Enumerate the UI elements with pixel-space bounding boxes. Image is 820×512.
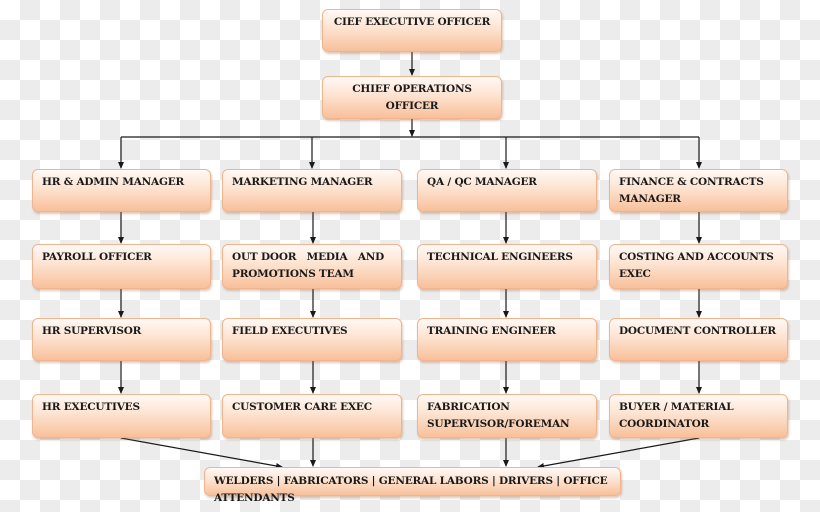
connector-fin-workers [537,437,700,469]
node-buyer-material-coordinator: BUYER / MATERIAL COORDINATOR [609,394,788,438]
node-customer-care-exec: CUSTOMER CARE EXEC [222,394,402,438]
node-technical-engineers: TECHNICAL ENGINEERS [417,244,597,289]
node-coo: CHIEF OPERATIONS OFFICER [322,76,502,119]
node-costing-accounts-exec: COSTING AND ACCOUNTS EXEC [609,244,788,289]
node-finance-contracts-manager: FINANCE & CONTRACTS MANAGER [609,169,788,212]
node-fabrication-supervisor: FABRICATION SUPERVISOR/FOREMAN [417,394,597,438]
node-training-engineer: TRAINING ENGINEER [417,318,597,361]
node-qa-qc-manager: QA / QC MANAGER [417,169,597,212]
node-outdoor-media-promotions: OUT DOOR MEDIA AND PROMOTIONS TEAM [222,244,402,289]
node-hr-supervisor: HR SUPERVISOR [32,318,211,361]
node-marketing-manager: MARKETING MANAGER [222,169,402,212]
node-workers: WELDERS | FABRICATORS | GENERAL LABORS |… [204,467,621,504]
node-payroll-officer: PAYROLL OFFICER [32,244,211,289]
node-hr-executives: HR EXECUTIVES [32,394,211,438]
node-field-executives: FIELD EXECUTIVES [222,318,402,361]
node-ceo: CIEF EXECUTIVE OFFICER [322,9,502,52]
node-hr-admin-manager: HR & ADMIN MANAGER [32,169,211,212]
connector-hr-workers [120,437,283,469]
node-document-controller: DOCUMENT CONTROLLER [609,318,788,361]
